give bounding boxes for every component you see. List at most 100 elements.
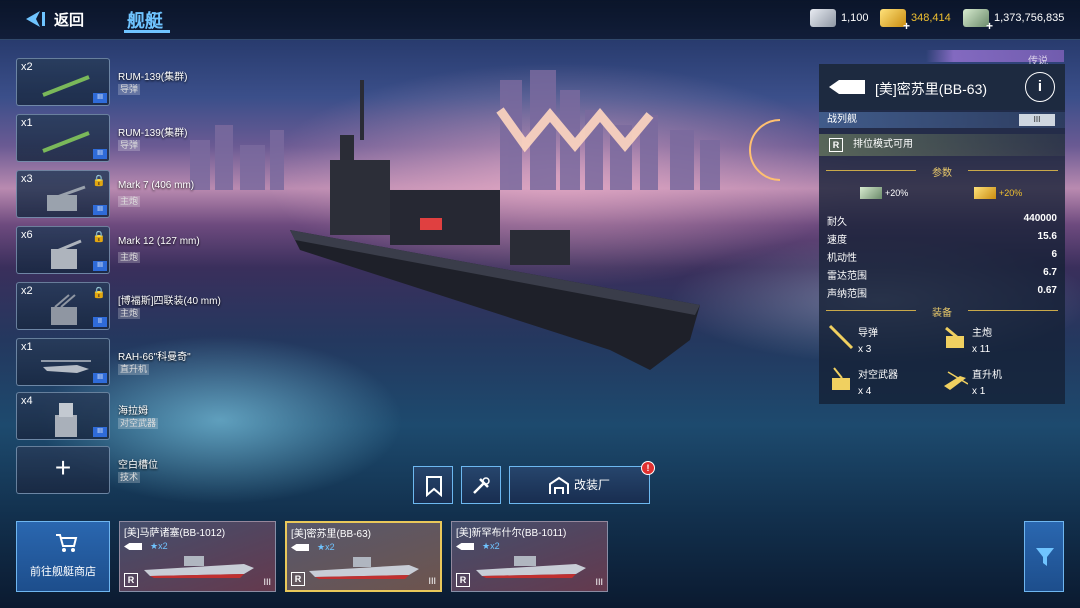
tier-badge: III xyxy=(93,93,107,103)
back-arrow-icon xyxy=(26,11,45,27)
params-title: 参数 xyxy=(932,168,952,179)
ship-card-tier: III xyxy=(263,577,271,587)
tier-badge: II xyxy=(93,317,107,327)
equipment-count: x4 xyxy=(21,395,33,407)
silver-bar-icon xyxy=(810,9,836,27)
equipment-slot-4[interactable]: x6 🔒 III Mark 12 (127 mm) 主炮 xyxy=(16,226,216,274)
tools-button[interactable] xyxy=(461,466,501,504)
stat-sonar-range: 声纳范围 0.67 xyxy=(827,282,1057,300)
equipment-slot-1[interactable]: x2 III RUM-139(集群) 导弹 xyxy=(16,58,216,106)
missile-icon xyxy=(42,131,90,153)
ship-thumbnail xyxy=(476,556,586,578)
back-button[interactable]: 返回 xyxy=(22,8,84,30)
shipyard-button[interactable]: 改装厂 ! xyxy=(509,461,655,504)
ship-card-new-hampshire[interactable]: [美]新罕布什尔(BB-1011) ★x2 R III xyxy=(451,521,608,592)
ranked-icon: R xyxy=(291,572,305,586)
equipment-card[interactable]: x4 III xyxy=(16,392,110,440)
equipment-slot-7[interactable]: x4 III 海拉姆 对空武器 xyxy=(16,392,216,440)
ship-thumbnail xyxy=(144,556,254,578)
filter-button[interactable] xyxy=(1024,521,1064,592)
ship-store-label: 前往舰艇商店 xyxy=(30,566,96,578)
equipment-card[interactable]: x1 III xyxy=(16,338,110,386)
ranked-icon: R xyxy=(829,138,843,152)
ship-card-tier: III xyxy=(595,577,603,587)
ship-card-stars: ★x2 xyxy=(317,542,335,552)
currency-gold[interactable]: + 348,414 xyxy=(880,9,951,33)
stat-label: 机动性 xyxy=(827,253,857,264)
equipment-card[interactable]: x2 🔒 II xyxy=(16,282,110,330)
ranked-icon: R xyxy=(456,573,470,587)
ranked-icon: R xyxy=(124,573,138,587)
lock-icon: 🔒 xyxy=(92,175,106,187)
ship-card-name: [美]马萨诸塞(BB-1012) xyxy=(124,528,226,539)
cash-icon xyxy=(860,187,882,199)
helicopter-icon xyxy=(944,371,968,390)
ship-card-massachusetts[interactable]: [美]马萨诸塞(BB-1012) ★x2 R III xyxy=(119,521,276,592)
weapon-count: x 3 xyxy=(858,344,872,355)
equipment-slot-empty[interactable]: + 空白槽位 技术 xyxy=(16,446,216,494)
equipment-type: 主炮 xyxy=(118,308,141,319)
main-gun-turret-icon xyxy=(47,185,86,211)
currency-silver-value: 1,100 xyxy=(841,12,869,24)
weapon-name: 直升机 xyxy=(972,370,1002,381)
currency-cash[interactable]: + 1,373,756,835 xyxy=(963,9,1064,33)
cash-bonus: +20% xyxy=(860,187,908,199)
title-underline xyxy=(124,30,170,33)
equipment-slot-3[interactable]: x3 🔒 III Mark 7 (406 mm) 主炮 xyxy=(16,170,216,218)
gold-bar-icon: + xyxy=(880,9,910,33)
equip-title: 装备 xyxy=(932,308,952,319)
equipment-count: x3 xyxy=(21,173,33,185)
ship-class-arrow-icon xyxy=(291,544,309,551)
weapon-missile: 导弹 x 3 xyxy=(828,324,938,360)
equipment-card[interactable]: x2 III xyxy=(16,58,110,106)
back-label: 返回 xyxy=(54,11,85,29)
ship-class: 战列舰 xyxy=(827,114,857,125)
equipment-name: 空白槽位 xyxy=(118,460,158,471)
lock-icon: 🔒 xyxy=(92,231,106,243)
bookmark-icon xyxy=(426,476,442,497)
weapon-count: x 1 xyxy=(972,386,986,397)
equipment-card[interactable]: x6 🔒 III xyxy=(16,226,110,274)
info-button[interactable]: i xyxy=(1025,72,1055,102)
bookmark-button[interactable] xyxy=(413,466,453,504)
gold-bar-icon xyxy=(974,187,996,199)
equipment-slot-2[interactable]: x1 III RUM-139(集群) 导弹 xyxy=(16,114,216,162)
ship-store-button[interactable]: 前往舰艇商店 xyxy=(16,521,110,592)
missile-icon xyxy=(828,324,854,350)
helicopter-icon xyxy=(41,360,91,373)
ship-card-missouri[interactable]: [美]密苏里(BB-63) ★x2 R III xyxy=(285,521,442,592)
equipment-card[interactable]: x1 III xyxy=(16,114,110,162)
equipment-name: [博福斯]四联装(40 mm) xyxy=(118,296,221,307)
equipment-name: Mark 12 (127 mm) xyxy=(118,236,200,247)
weapon-name: 主炮 xyxy=(972,328,992,339)
stat-radar-range: 雷达范围 6.7 xyxy=(827,264,1057,282)
ship-class-row: 战列舰 III xyxy=(819,112,1065,128)
ship-card-name: [美]新罕布什尔(BB-1011) xyxy=(456,528,567,539)
divider xyxy=(968,310,1058,311)
equipment-name: 海拉姆 xyxy=(118,406,148,417)
stat-label: 耐久 xyxy=(827,217,847,228)
weapon-name: 对空武器 xyxy=(858,370,898,381)
stat-value: 6 xyxy=(1051,249,1057,260)
equipment-type: 直升机 xyxy=(118,364,150,375)
battleship-model[interactable] xyxy=(270,80,710,380)
stat-label: 雷达范围 xyxy=(827,271,867,282)
ship-name: [美]密苏里(BB-63) xyxy=(875,81,988,97)
cash-bonus-value: +20% xyxy=(885,188,909,198)
stat-durability: 耐久 440000 xyxy=(827,210,1057,228)
currency-silver[interactable]: 1,100 xyxy=(810,9,869,27)
equipment-type: 主炮 xyxy=(118,196,141,207)
equipment-count: x2 xyxy=(21,61,33,73)
equipment-count: x2 xyxy=(21,285,33,297)
filter-icon xyxy=(1036,548,1054,566)
tier-badge: III xyxy=(93,427,107,437)
tier-badge: III xyxy=(93,205,107,215)
equipment-card[interactable]: x3 🔒 III xyxy=(16,170,110,218)
equipment-count: x1 xyxy=(21,341,33,353)
equipment-slot-6[interactable]: x1 III RAH-66"科曼奇" 直升机 xyxy=(16,338,216,386)
ship-thumbnail xyxy=(309,557,419,579)
stat-value: 15.6 xyxy=(1037,231,1057,242)
tier-badge: III xyxy=(93,149,107,159)
equipment-slot-5[interactable]: x2 🔒 II [博福斯]四联装(40 mm) 主炮 xyxy=(16,282,221,330)
add-slot-button[interactable]: + xyxy=(16,446,110,494)
